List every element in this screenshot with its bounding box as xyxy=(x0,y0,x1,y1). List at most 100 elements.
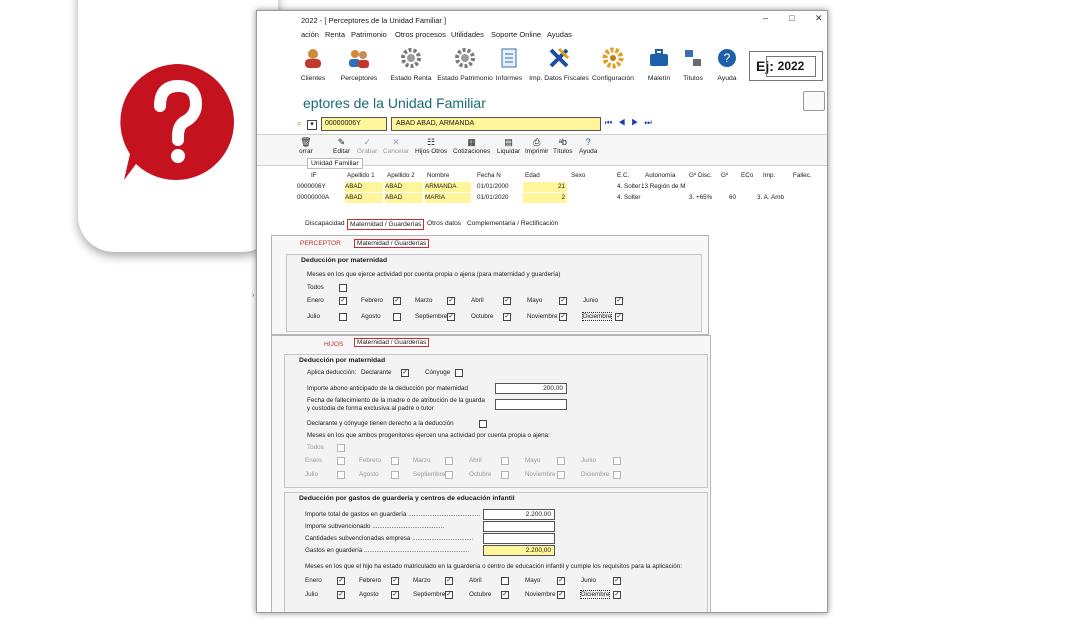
table-row[interactable]: 00000000A ABAD ABAD MARIA 01/01/2020 2 4… xyxy=(293,193,827,204)
month-checkbox-diciembre[interactable] xyxy=(613,471,621,479)
month-label-enero: Enero xyxy=(305,577,322,584)
menu-item-facturacion[interactable]: ación xyxy=(301,30,319,39)
month-checkbox-octubre[interactable]: ✓ xyxy=(503,313,511,321)
month-label-abril: Abril xyxy=(471,297,484,304)
month-checkbox-enero[interactable]: ✓ xyxy=(337,577,345,585)
month-checkbox-agosto[interactable] xyxy=(391,471,399,479)
month-label-abril: Abril xyxy=(469,577,482,584)
month-checkbox-septiembre[interactable] xyxy=(445,471,453,479)
tab-otros-datos[interactable]: Otros datos xyxy=(425,219,463,228)
importe-total-field[interactable]: 2.200,00 xyxy=(483,509,555,520)
month-checkbox-agosto[interactable] xyxy=(393,313,401,321)
month-checkbox-febrero[interactable]: ✓ xyxy=(393,297,401,305)
month-checkbox-junio[interactable]: ✓ xyxy=(613,577,621,585)
month-checkbox-diciembre[interactable]: ✓ xyxy=(615,313,623,321)
menu-item-otros-procesos[interactable]: Otros procesos xyxy=(395,30,446,39)
month-checkbox-abril[interactable]: ✓ xyxy=(503,297,511,305)
month-checkbox-junio[interactable]: ✓ xyxy=(615,297,623,305)
liquidar-icon: ▤ xyxy=(504,137,513,147)
minimize-button[interactable]: – xyxy=(763,13,768,23)
derecho-checkbox[interactable] xyxy=(479,420,487,428)
month-checkbox-mayo[interactable]: ✓ xyxy=(557,577,565,585)
menu-item-patrimonio[interactable]: Patrimonio xyxy=(351,30,387,39)
estado-renta-button[interactable]: Estado Renta xyxy=(381,47,441,82)
chevron-down-icon[interactable]: ▾ xyxy=(307,120,317,130)
month-checkbox-julio[interactable] xyxy=(337,471,345,479)
tab-complementaria[interactable]: Complementaria / Rectificación xyxy=(465,219,560,228)
help-small-icon: ? xyxy=(585,137,591,147)
titulos-action-button[interactable]: ᵃb Títulos xyxy=(553,137,573,155)
month-checkbox-junio[interactable] xyxy=(613,457,621,465)
hijos-otros-button[interactable]: ☷ Hijos Otros xyxy=(415,137,447,155)
importe-abono-field[interactable]: 200,00 xyxy=(495,383,567,394)
month-label-agosto: Agosto xyxy=(359,591,379,598)
month-checkbox-marzo[interactable]: ✓ xyxy=(447,297,455,305)
month-checkbox-octubre[interactable] xyxy=(501,471,509,479)
month-checkbox-septiembre[interactable]: ✓ xyxy=(447,313,455,321)
perceptor-panel: PERCEPTOR Maternidad / Guarderías Deducc… xyxy=(271,235,709,335)
edit-icon: ✎ xyxy=(337,137,346,147)
month-checkbox-marzo[interactable]: ✓ xyxy=(445,577,453,585)
name-field[interactable]: ABAD ABAD, ARMANDA xyxy=(391,117,601,131)
fecha-fallecimiento-field[interactable] xyxy=(495,399,567,410)
month-label-marzo: Marzo xyxy=(413,577,431,584)
month-checkbox-febrero[interactable]: ✓ xyxy=(391,577,399,585)
tab-discapacidad[interactable]: Discapacidad xyxy=(303,219,347,228)
users-icon xyxy=(349,50,369,68)
nif-field[interactable]: 00000006Y xyxy=(321,117,387,131)
menu-item-soporte-online[interactable]: Soporte Online xyxy=(491,30,541,39)
tab-unidad-familiar[interactable]: Unidad Familiar xyxy=(307,158,363,169)
grabar-button[interactable]: ✓ Grabar xyxy=(357,137,377,155)
month-checkbox-diciembre[interactable]: ✓ xyxy=(613,591,621,599)
month-checkbox-octubre[interactable]: ✓ xyxy=(501,591,509,599)
month-checkbox-marzo[interactable] xyxy=(445,457,453,465)
month-checkbox-julio[interactable] xyxy=(339,313,347,321)
main-toolbar: Clientes Perceptores Estado Renta Estado… xyxy=(257,47,827,97)
month-checkbox-mayo[interactable]: ✓ xyxy=(559,297,567,305)
menu-item-utilidades[interactable]: Utilidades xyxy=(451,30,484,39)
month-checkbox-agosto[interactable]: ✓ xyxy=(391,591,399,599)
cancelar-button[interactable]: ✕ Cancelar xyxy=(383,137,409,155)
ayuda-button[interactable]: ? Ayuda xyxy=(697,47,757,82)
importe-subvencionado-field[interactable] xyxy=(483,521,555,532)
imprimir-button[interactable]: ⎙ Imprimir xyxy=(525,137,548,155)
editar-button[interactable]: ✎ Editar xyxy=(333,137,350,155)
month-checkbox-septiembre[interactable]: ✓ xyxy=(445,591,453,599)
gastos-guarderia-field[interactable]: 2.200,00 xyxy=(483,545,555,556)
month-checkbox-febrero[interactable] xyxy=(391,457,399,465)
month-checkbox-abril[interactable] xyxy=(501,457,509,465)
tab-perceptor-maternidad[interactable]: Maternidad / Guarderías xyxy=(354,239,430,248)
perceptores-button[interactable]: Perceptores xyxy=(329,47,389,82)
menu-item-renta[interactable]: Renta xyxy=(325,30,345,39)
month-checkbox-enero[interactable]: ✓ xyxy=(339,297,347,305)
liquidar-button[interactable]: ▤ Liquidar xyxy=(497,137,520,155)
tab-hijos-maternidad[interactable]: Maternidad / Guarderías xyxy=(354,338,430,347)
month-label-agosto: Agosto xyxy=(359,471,379,478)
month-checkbox-noviembre[interactable]: ✓ xyxy=(559,313,567,321)
ayuda-action-button[interactable]: ? Ayuda xyxy=(579,137,597,155)
search-icon[interactable]: ⌕ xyxy=(297,119,301,129)
cantidades-empresa-field[interactable] xyxy=(483,533,555,544)
month-checkbox-noviembre[interactable]: ✓ xyxy=(557,591,565,599)
month-checkbox-julio[interactable]: ✓ xyxy=(337,591,345,599)
maximize-button[interactable]: □ xyxy=(789,13,794,23)
borrar-button[interactable]: 🗑 orrar xyxy=(299,137,313,155)
menu-item-ayudas[interactable]: Ayudas xyxy=(547,30,572,39)
imp-datos-fiscales-button[interactable]: Imp. Datos Fiscales xyxy=(529,47,589,82)
month-checkbox-mayo[interactable] xyxy=(557,457,565,465)
todos-checkbox[interactable] xyxy=(339,284,347,292)
close-button[interactable]: ✕ xyxy=(815,13,823,24)
notes-icon[interactable] xyxy=(803,91,825,111)
conyuge-checkbox[interactable] xyxy=(455,369,463,377)
tab-maternidad-guarderias[interactable]: Maternidad / Guarderías xyxy=(347,219,425,230)
children-icon: ☷ xyxy=(427,137,436,147)
month-checkbox-noviembre[interactable] xyxy=(557,471,565,479)
declarante-checkbox[interactable]: ✓ xyxy=(401,369,409,377)
year-selector[interactable]: Ej: 2022 xyxy=(749,51,823,81)
todos-disabled-checkbox[interactable] xyxy=(337,444,345,452)
month-checkbox-enero[interactable] xyxy=(337,457,345,465)
month-checkbox-abril[interactable] xyxy=(501,577,509,585)
table-row[interactable]: 0000006Y ABAD ABAD ARMANDA 01/01/2000 21… xyxy=(293,182,827,193)
record-navigator[interactable]: ⏮◀▶⏭ xyxy=(605,118,658,128)
cotizaciones-button[interactable]: ▦ Cotizaciones xyxy=(453,137,490,155)
